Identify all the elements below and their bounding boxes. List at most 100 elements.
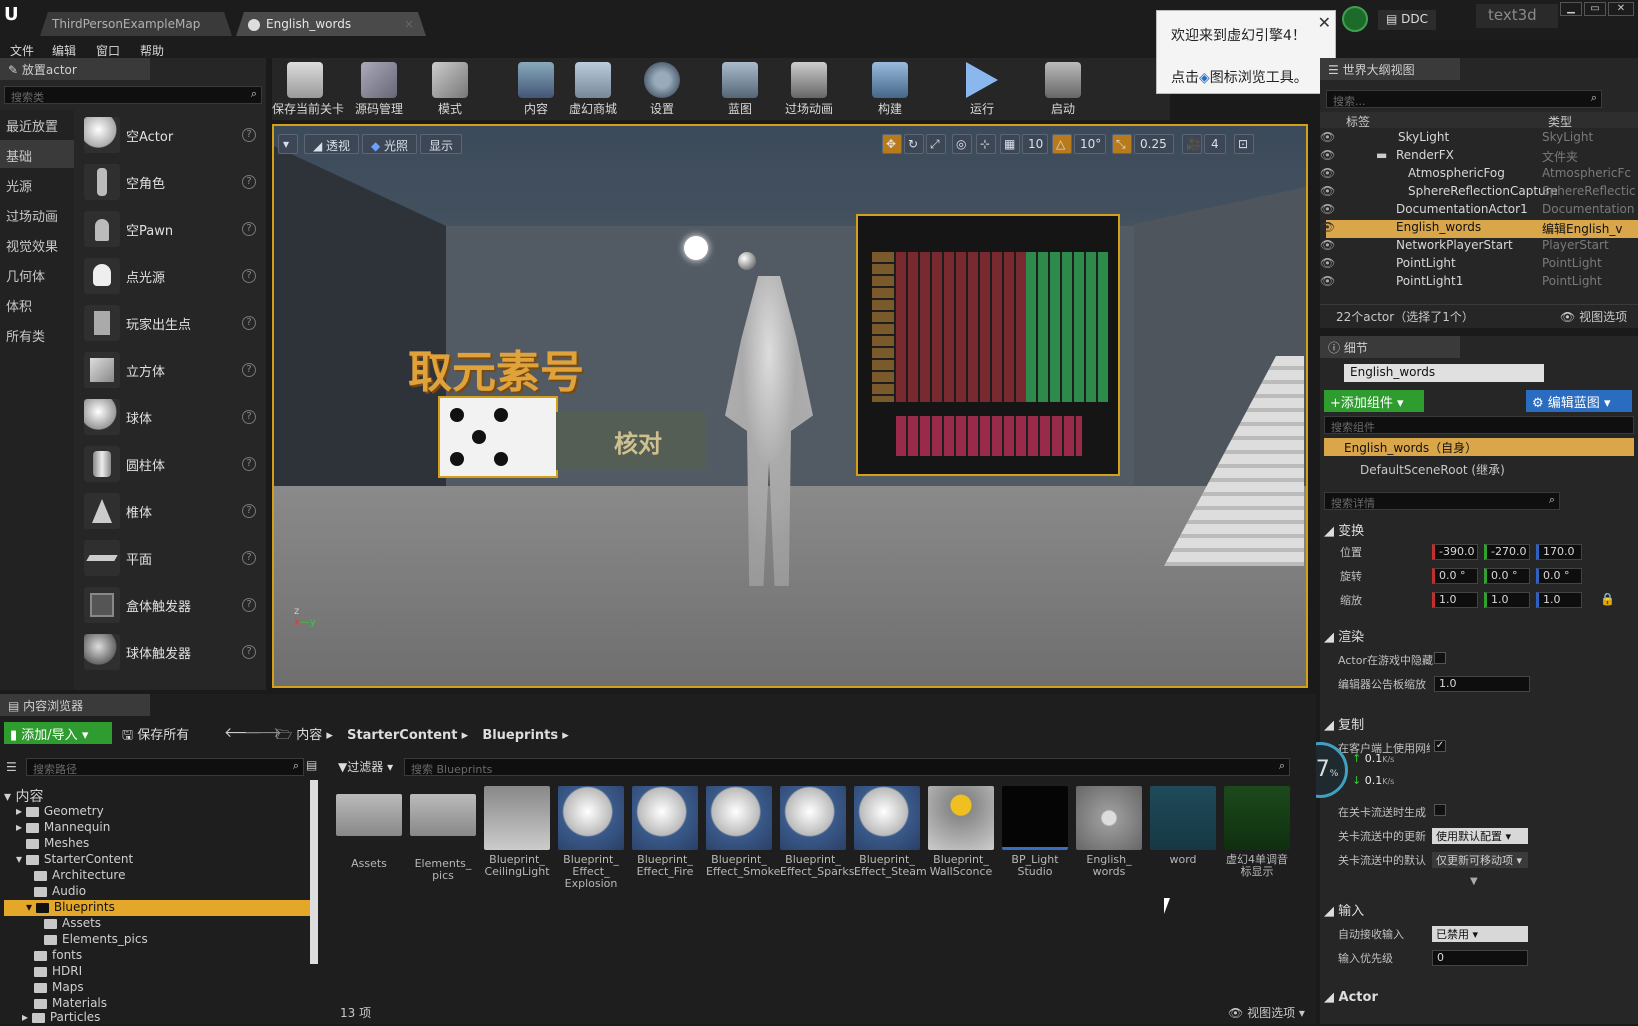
scale-z-input[interactable]: 1.0 [1536, 592, 1582, 608]
scale-snap-value[interactable]: 0.25 [1134, 134, 1174, 154]
list-item[interactable]: 空Pawn? [80, 208, 262, 250]
tree-item[interactable]: fonts [34, 948, 344, 964]
eye-icon[interactable]: 👁 [1320, 130, 1335, 144]
col-label[interactable]: 标签 [1346, 113, 1370, 130]
cb-view-options[interactable]: 👁 视图选项 ▾ [1228, 1004, 1305, 1021]
light-source-icon[interactable] [684, 236, 708, 260]
list-item[interactable]: 球体触发器? [80, 631, 262, 673]
location-y-input[interactable]: -270.0 [1484, 544, 1530, 560]
table-row[interactable]: 👁 PointLight1 PointLight [1320, 274, 1638, 292]
asset-search-input[interactable]: 搜索 Blueprints ⌕ [404, 758, 1290, 776]
list-item[interactable]: 玩家出生点? [80, 302, 262, 344]
asset-tile[interactable]: Blueprint_ Effect_ Explosion [558, 786, 624, 894]
scale-x-input[interactable]: 1.0 [1432, 592, 1478, 608]
outliner-view-options[interactable]: 👁 视图选项 [1560, 308, 1627, 325]
details-tab[interactable]: ⓘ 细节 [1320, 336, 1460, 358]
content-button[interactable]: 内容 [512, 58, 560, 120]
asset-tile[interactable]: Blueprint_ Effect_Smoke [706, 786, 780, 894]
table-row[interactable]: 👁 NetworkPlayerStart PlayerStart [1320, 238, 1638, 256]
asset-tile[interactable]: Elements_ pics [410, 786, 476, 894]
rotation-label[interactable]: 旋转 [1340, 568, 1362, 584]
section-transform[interactable]: ◢ 变换 [1324, 520, 1364, 539]
component-search-input[interactable]: 搜索组件 [1324, 416, 1634, 434]
grid-snap-icon[interactable]: ▦ [1000, 134, 1020, 154]
location-label[interactable]: 位置 [1340, 544, 1362, 560]
asset-tile[interactable]: Blueprint_ CeilingLight [484, 786, 550, 894]
filters-button[interactable]: ▼过滤器 ▾ [338, 758, 393, 775]
viewport-options-button[interactable]: ▾ [278, 134, 298, 154]
marketplace-button[interactable]: 虚幻商城 [564, 58, 622, 120]
perspective-button[interactable]: ◢ 透视 [304, 134, 360, 154]
help-icon[interactable]: ? [242, 551, 256, 565]
play-button[interactable]: 运行 [958, 58, 1006, 120]
input-priority-input[interactable]: 0 [1432, 950, 1528, 966]
close-icon[interactable]: × [404, 17, 414, 31]
tree-item-selected[interactable]: ▾ Blueprints [4, 900, 310, 916]
help-icon[interactable]: ? [242, 269, 256, 283]
breadcrumb-startercontent[interactable]: StarterContent [347, 728, 457, 743]
help-icon[interactable]: ? [242, 363, 256, 377]
eye-icon[interactable]: 👁 [1320, 184, 1335, 198]
asset-tile[interactable]: 虚幻4单调音 标显示 [1224, 786, 1290, 894]
list-item[interactable]: 椎体? [80, 490, 262, 532]
stream-update-select[interactable]: 使用默认配置 ▾ [1432, 828, 1528, 844]
expand-more-icon[interactable]: ▼ [1470, 876, 1478, 887]
tree-item[interactable]: ▸ Mannequin [16, 820, 326, 836]
show-button[interactable]: 显示 [420, 134, 463, 154]
section-replication[interactable]: ◢ 复制 [1324, 714, 1364, 733]
tab-english-words[interactable]: English_words × [236, 12, 426, 36]
minimize-button[interactable]: ▁ [1560, 2, 1582, 16]
scale-icon[interactable]: ⤢ [926, 134, 946, 154]
table-row[interactable]: 👁 ▬ RenderFX 文件夹 [1320, 148, 1638, 166]
net-load-checkbox[interactable]: ✓ [1434, 740, 1446, 752]
tree-item[interactable]: ▾ StarterContent [16, 852, 326, 868]
source-control-icon[interactable] [1342, 6, 1368, 32]
world-icon[interactable]: ◎ [952, 134, 972, 154]
stream-default-select[interactable]: 仅更新可移动项 ▾ [1432, 852, 1528, 868]
blueprints-button[interactable]: 蓝图 [716, 58, 764, 120]
reflection-capture-icon[interactable] [738, 252, 756, 270]
maximize-viewport-icon[interactable]: ⊡ [1234, 134, 1254, 154]
list-item[interactable]: 圆柱体? [80, 443, 262, 485]
path-search-input[interactable]: 搜索路径 ⌕ [26, 758, 304, 776]
help-icon[interactable]: ? [242, 175, 256, 189]
asset-tile[interactable]: Blueprint_ WallSconce [928, 786, 994, 894]
build-button[interactable]: 构建 [866, 58, 914, 120]
camera-speed-icon[interactable]: 🎥 [1182, 134, 1202, 154]
place-actor-tab[interactable]: ✎ 放置actor [0, 58, 150, 80]
table-row[interactable]: 👁 English_words 编辑English_v [1320, 220, 1638, 238]
eye-icon[interactable]: 👁 [1320, 274, 1335, 288]
details-search-input[interactable]: 搜索详情 ⌕ [1324, 492, 1560, 510]
class-search-input[interactable]: 搜索类 ⌕ [4, 86, 262, 104]
help-icon[interactable]: ? [242, 457, 256, 471]
breadcrumb-blueprints[interactable]: Blueprints [482, 728, 558, 743]
tree-item[interactable]: HDRI [34, 964, 344, 980]
location-x-input[interactable]: -390.0 [1432, 544, 1478, 560]
menu-window[interactable]: 窗口 [96, 42, 120, 59]
add-import-button[interactable]: ▮ 添加/导入 ▾ [4, 722, 112, 744]
asset-tile[interactable]: Blueprint_ Effect_Fire [632, 786, 698, 894]
level-viewport[interactable]: 取元素号 核对 z x—y ▾ ◢ 透视 ◆ 光照 显示 ✥ ↻ ⤢ ◎ ⊹ ▦ … [272, 124, 1308, 688]
eye-icon[interactable]: 👁 [1320, 220, 1335, 234]
eye-icon[interactable]: 👁 [1320, 202, 1335, 216]
table-row[interactable]: 👁 SkyLight SkyLight [1320, 130, 1638, 148]
help-icon[interactable]: ? [242, 504, 256, 518]
tree-item[interactable]: Meshes [26, 836, 336, 852]
component-root-row[interactable]: DefaultSceneRoot (继承) [1340, 460, 1630, 478]
table-row[interactable]: 👁 PointLight PointLight [1320, 256, 1638, 274]
table-row[interactable]: 👁 SphereReflectionCapture SphereReflectic [1320, 184, 1638, 202]
outliner-tab[interactable]: ☰ 世界大纲视图 [1320, 58, 1460, 80]
lit-button[interactable]: ◆ 光照 [362, 134, 418, 154]
camera-speed-value[interactable]: 4 [1204, 134, 1226, 154]
rotation-y-input[interactable]: 0.0 ° [1484, 568, 1530, 584]
list-item[interactable]: 盒体触发器? [80, 584, 262, 626]
list-item[interactable]: 空Actor? [80, 114, 262, 156]
outliner-search-input[interactable]: 搜索... ⌕ [1326, 90, 1602, 108]
ddc-button[interactable]: ▤ DDC [1378, 10, 1437, 30]
scale-snap-icon[interactable]: ⤡ [1112, 134, 1132, 154]
section-input[interactable]: ◢ 输入 [1324, 900, 1364, 919]
asset-tile[interactable]: word [1150, 786, 1216, 894]
list-item[interactable]: 点光源? [80, 255, 262, 297]
actor-name-field[interactable]: English_words [1344, 364, 1544, 382]
dice-cube[interactable] [438, 396, 558, 478]
